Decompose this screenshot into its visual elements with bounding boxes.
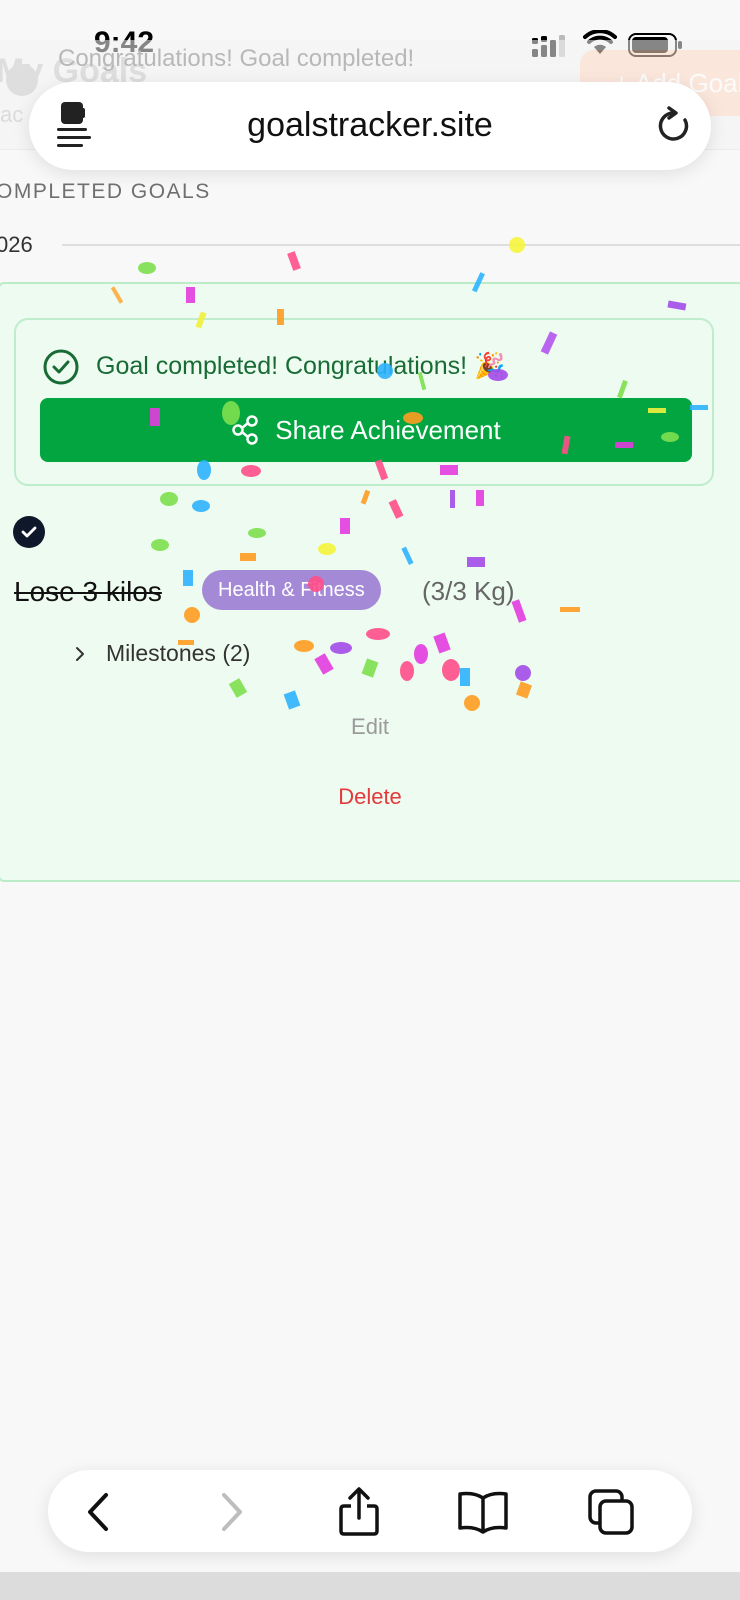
delete-button[interactable]: Delete (0, 784, 740, 810)
section-heading: OMPLETED GOALS (0, 180, 211, 203)
page-subtitle: ac (0, 102, 24, 127)
share-achievement-button[interactable]: Share Achievement (40, 398, 692, 462)
year-divider: 026 (0, 232, 740, 262)
back-button[interactable] (72, 1486, 126, 1538)
address-bar[interactable]: goalstracker.site (29, 82, 711, 170)
completion-message: Goal completed! Congratulations! 🎉 (96, 352, 506, 380)
share-button[interactable] (332, 1486, 386, 1538)
completed-checkbox[interactable] (13, 516, 45, 548)
year-label: 026 (0, 232, 33, 257)
forward-icon (222, 1493, 242, 1531)
toast-message: Congratulations! Goal completed! (58, 45, 415, 72)
milestones-toggle[interactable]: Milestones (2) (72, 640, 250, 667)
bookmarks-button[interactable] (456, 1486, 510, 1538)
home-indicator-area (0, 1572, 740, 1600)
category-badge: Health & Fitness (202, 570, 381, 610)
check-icon (21, 526, 37, 538)
milestones-label: Milestones (2) (106, 640, 251, 666)
share-nodes-icon (232, 415, 259, 445)
back-icon (88, 1493, 108, 1531)
share-icon (339, 1487, 379, 1536)
reload-icon[interactable] (655, 106, 693, 146)
check-circle-icon (43, 349, 79, 385)
goal-progress: (3/3 Kg) (422, 576, 515, 606)
goal-title: Lose 3 kilos (14, 576, 162, 607)
tabs-icon (588, 1489, 634, 1535)
divider-line (62, 244, 740, 246)
share-button-label: Share Achievement (275, 414, 501, 445)
bookmarks-icon (458, 1491, 508, 1534)
forward-button[interactable] (204, 1486, 258, 1538)
goal-card: Goal completed! Congratulations! 🎉 Share… (0, 282, 740, 882)
browser-toolbar (48, 1470, 692, 1552)
edit-button[interactable]: Edit (0, 714, 740, 740)
completion-banner: Goal completed! Congratulations! 🎉 Share… (14, 318, 714, 486)
url-text[interactable]: goalstracker.site (29, 106, 711, 145)
tabs-button[interactable] (584, 1486, 638, 1538)
chevron-right-icon (76, 646, 84, 661)
